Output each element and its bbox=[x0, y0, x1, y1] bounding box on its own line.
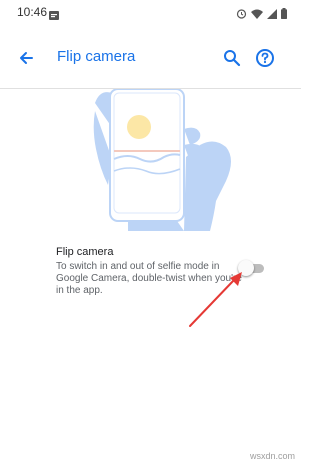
content-area: wsxdn.com bbox=[0, 340, 301, 464]
flip-camera-setting[interactable]: Flip camera To switch in and out of self… bbox=[0, 236, 301, 306]
back-arrow-icon bbox=[20, 52, 33, 64]
battery-icon bbox=[281, 6, 287, 24]
search-icon bbox=[224, 50, 241, 67]
status-time: 10:46 bbox=[17, 5, 48, 19]
illustration bbox=[0, 88, 301, 231]
annotation-arrow bbox=[189, 272, 242, 327]
status-icons bbox=[236, 6, 287, 24]
app-bar: Flip camera bbox=[0, 34, 301, 82]
wifi-icon bbox=[251, 6, 263, 24]
notification-icon bbox=[49, 7, 59, 25]
signal-icon bbox=[267, 6, 277, 24]
page-title: Flip camera bbox=[57, 48, 136, 65]
status-bar: 10:46 bbox=[0, 0, 301, 24]
search-button[interactable] bbox=[220, 46, 244, 70]
alarm-icon bbox=[236, 6, 247, 24]
back-button[interactable] bbox=[14, 46, 38, 70]
phone-in-hand-illustration bbox=[93, 88, 231, 231]
watermark: wsxdn.com bbox=[249, 451, 295, 461]
setting-title: Flip camera bbox=[56, 246, 114, 258]
help-icon bbox=[256, 49, 274, 67]
help-button[interactable] bbox=[253, 46, 277, 70]
